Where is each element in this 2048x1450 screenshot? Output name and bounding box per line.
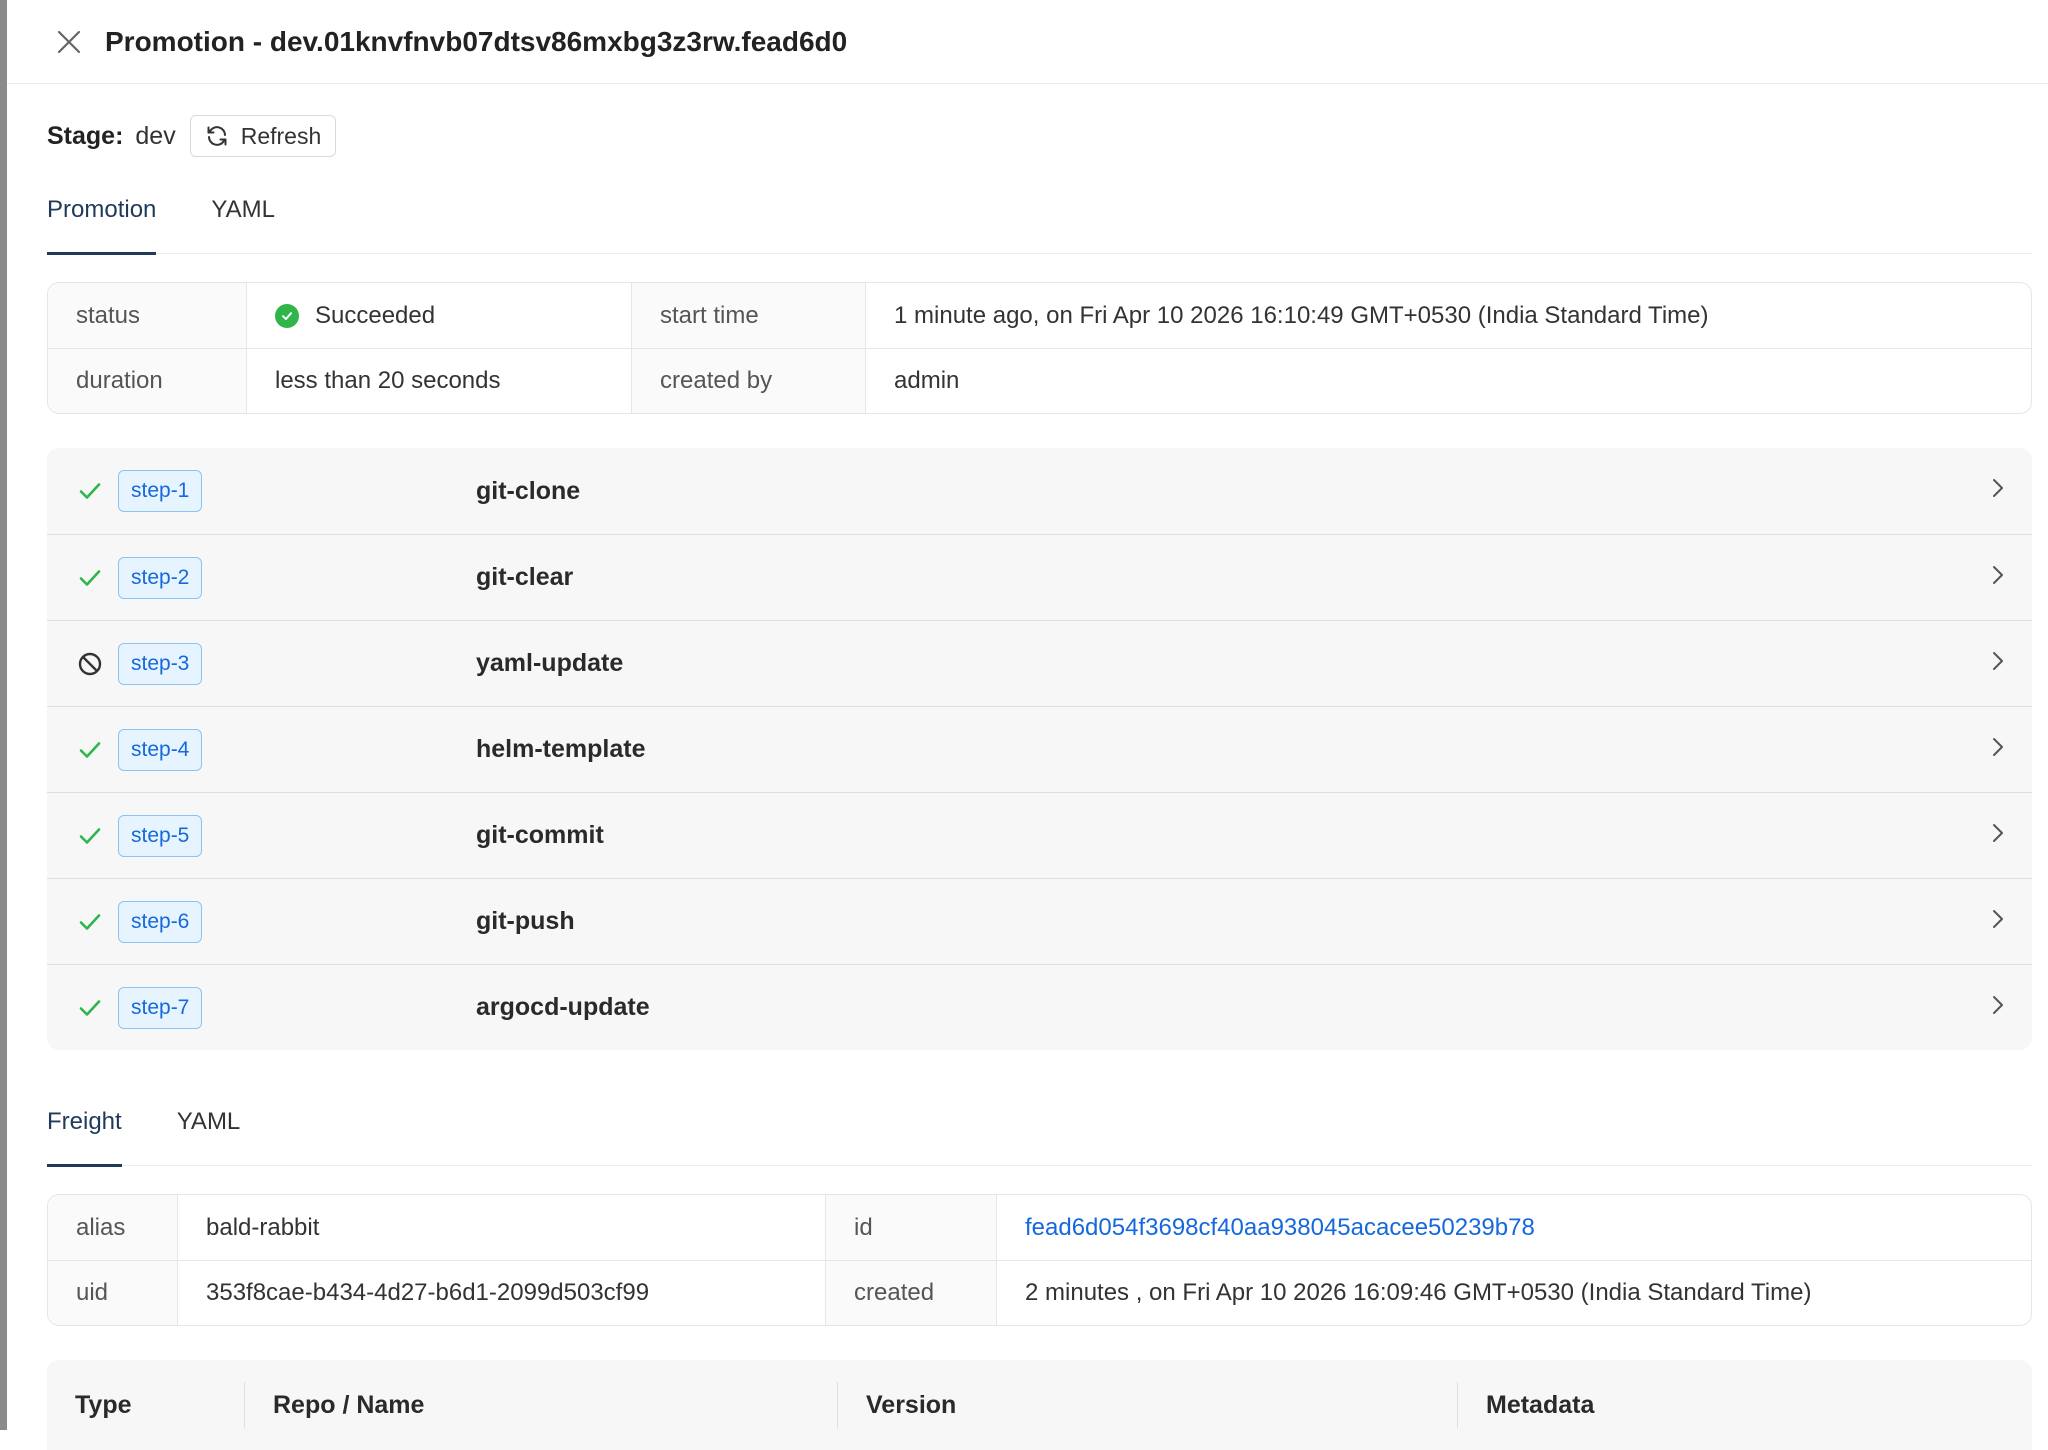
uid-value: 353f8cae-b434-4d27-b6d1-2099d503cf99	[177, 1261, 825, 1325]
step-row[interactable]: step-3 yaml-update	[47, 620, 2032, 706]
info-row: alias bald-rabbit id fead6d054f3698cf40a…	[48, 1195, 2031, 1260]
chevron-right-icon	[1988, 993, 2008, 1022]
step-name: git-clear	[476, 563, 574, 591]
step-tag: step-7	[118, 986, 203, 1029]
start-time-value: 1 minute ago, on Fri Apr 10 2026 16:10:4…	[865, 283, 2031, 348]
alias-key: alias	[48, 1195, 177, 1260]
freight-info-table: alias bald-rabbit id fead6d054f3698cf40a…	[47, 1194, 2032, 1326]
ban-icon	[77, 651, 115, 677]
duration-key: duration	[48, 349, 246, 413]
step-name: git-push	[476, 907, 575, 935]
step-tag: step-1	[118, 470, 203, 512]
start-time-key: start time	[631, 283, 865, 348]
refresh-button[interactable]: Refresh	[189, 115, 337, 157]
stage-label: Stage:	[47, 121, 124, 150]
check-icon	[77, 565, 115, 591]
chevron-right-icon	[1988, 735, 2008, 764]
check-circle-icon	[275, 303, 299, 328]
chevron-right-icon	[1988, 563, 2008, 592]
status-value-cell: Succeeded	[246, 283, 631, 348]
step-tag: step-5	[118, 814, 203, 857]
created-key: created	[825, 1261, 996, 1325]
step-name: argocd-update	[476, 993, 650, 1021]
created-by-value: admin	[865, 349, 2031, 413]
info-row: duration less than 20 seconds created by…	[48, 348, 2031, 413]
status-value: Succeeded	[315, 301, 436, 329]
column-header-repo-name[interactable]: Repo / Name	[244, 1382, 837, 1428]
drawer-header: Promotion - dev.01knvfnvb07dtsv86mxbg3z3…	[7, 0, 2048, 84]
check-icon	[77, 909, 115, 935]
step-name: yaml-update	[476, 649, 624, 677]
step-row[interactable]: step-1 git-clone	[47, 448, 2032, 534]
step-name: git-commit	[476, 821, 604, 849]
column-header-type[interactable]: Type	[47, 1382, 244, 1428]
chevron-right-icon	[1988, 821, 2008, 850]
duration-value: less than 20 seconds	[246, 349, 631, 413]
steps-list: step-1 git-clone step-2 git-clear step-3…	[47, 448, 2032, 1050]
step-name: helm-template	[476, 735, 646, 763]
refresh-icon	[207, 126, 227, 146]
step-row[interactable]: step-4 helm-template	[47, 706, 2032, 792]
step-tag: step-2	[118, 556, 203, 599]
check-icon	[77, 823, 115, 849]
alias-value: bald-rabbit	[177, 1195, 825, 1260]
refresh-button-label: Refresh	[240, 122, 322, 149]
check-icon	[77, 478, 115, 504]
step-tag: step-4	[118, 728, 203, 771]
stage-value: dev	[135, 121, 176, 150]
artifact-table-header: Type Repo / Name Version Metadata	[47, 1360, 2032, 1450]
step-tag: step-6	[118, 900, 203, 943]
step-row[interactable]: step-6 git-push	[47, 878, 2032, 964]
chevron-right-icon	[1988, 907, 2008, 936]
promotion-tabs: Promotion YAML	[47, 176, 2032, 255]
step-row[interactable]: step-5 git-commit	[47, 792, 2032, 878]
close-icon	[57, 30, 81, 53]
check-icon	[77, 995, 115, 1021]
column-header-version[interactable]: Version	[837, 1382, 1457, 1428]
tab-promotion[interactable]: Promotion	[47, 176, 157, 255]
status-key: status	[48, 283, 246, 348]
step-name: git-clone	[476, 476, 581, 505]
tab-yaml[interactable]: YAML	[211, 176, 275, 254]
page-title: Promotion - dev.01knvfnvb07dtsv86mxbg3z3…	[105, 25, 848, 57]
close-button[interactable]	[49, 22, 89, 62]
uid-key: uid	[48, 1261, 177, 1325]
freight-tabs: Freight YAML	[47, 1088, 2032, 1167]
freight-id-link[interactable]: fead6d054f3698cf40aa938045acacee50239b78	[996, 1195, 2031, 1260]
chevron-right-icon	[1988, 649, 2008, 678]
check-icon	[77, 737, 115, 763]
id-key: id	[825, 1195, 996, 1260]
promotion-drawer: Promotion - dev.01knvfnvb07dtsv86mxbg3z3…	[7, 0, 2048, 1450]
background-sidebar-edge	[0, 0, 7, 1430]
chevron-right-icon	[1988, 476, 2008, 505]
column-header-metadata[interactable]: Metadata	[1457, 1382, 2032, 1428]
created-by-key: created by	[631, 349, 865, 413]
promotion-info-table: status Succeeded start time 1 minute ago…	[47, 282, 2032, 414]
stage-row: Stage: dev Refresh	[47, 84, 2032, 176]
step-row[interactable]: step-7 argocd-update	[47, 964, 2032, 1050]
info-row: uid 353f8cae-b434-4d27-b6d1-2099d503cf99…	[48, 1260, 2031, 1325]
tab-freight[interactable]: Freight	[47, 1088, 122, 1167]
tab-freight-yaml[interactable]: YAML	[177, 1088, 241, 1166]
info-row: status Succeeded start time 1 minute ago…	[48, 283, 2031, 348]
created-value: 2 minutes , on Fri Apr 10 2026 16:09:46 …	[996, 1261, 2031, 1325]
step-row[interactable]: step-2 git-clear	[47, 534, 2032, 620]
step-tag: step-3	[118, 642, 203, 685]
